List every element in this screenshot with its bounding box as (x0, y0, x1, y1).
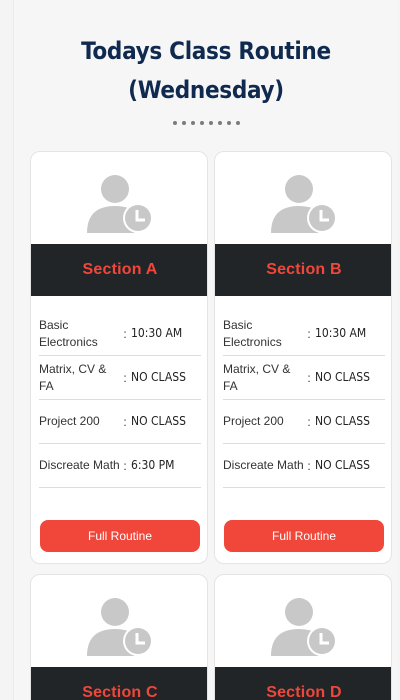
page-subtitle-day: (Wednesday) (128, 76, 284, 104)
section-card-c: Section C (30, 574, 208, 700)
routine-page: Todays Class Routine (Wednesday) Section… (13, 0, 397, 700)
avatar-area (215, 575, 391, 667)
user-clock-icon (271, 175, 337, 233)
user-clock-icon (87, 598, 153, 656)
title-divider-dots (14, 121, 398, 125)
user-clock-icon (87, 175, 153, 233)
class-time: 10:30 AM (315, 326, 367, 340)
section-card-a: Section A Basic Electronics : 10:30 AM M… (30, 151, 208, 564)
avatar-area (215, 152, 391, 244)
routine-row: Basic Electronics : 10:30 AM (39, 312, 201, 356)
section-label: Section A (82, 261, 158, 278)
class-time: NO CLASS (315, 458, 370, 472)
class-time: NO CLASS (315, 414, 370, 428)
class-time: 6:30 PM (131, 458, 175, 472)
section-header: Section C (31, 667, 207, 700)
subject-name: Discreate Math (223, 458, 304, 472)
routine-row: Matrix, CV & FA : NO CLASS (223, 356, 385, 400)
routine-list: Basic Electronics : 10:30 AM Matrix, CV … (39, 312, 201, 488)
routine-row: Project 200 : NO CLASS (39, 400, 201, 444)
routine-row: Discreate Math : 6:30 PM (39, 444, 201, 488)
page-title: Todays Class Routine (81, 37, 331, 65)
section-card-d: Section D (214, 574, 392, 700)
full-routine-button[interactable]: Full Routine (40, 520, 200, 552)
avatar-area (31, 152, 207, 244)
subject-name: Basic Electronics (223, 317, 282, 349)
routine-row: Project 200 : NO CLASS (223, 400, 385, 444)
subject-name: Matrix, CV & FA (223, 361, 291, 393)
routine-row: Discreate Math : NO CLASS (223, 444, 385, 488)
class-time: 10:30 AM (131, 326, 183, 340)
subject-name: Project 200 (223, 414, 284, 428)
routine-row: Matrix, CV & FA : NO CLASS (39, 356, 201, 400)
user-clock-icon (271, 598, 337, 656)
routine-row: Basic Electronics : 10:30 AM (223, 312, 385, 356)
section-label: Section B (266, 261, 342, 278)
avatar-area (31, 575, 207, 667)
full-routine-button[interactable]: Full Routine (224, 520, 384, 552)
subject-name: Matrix, CV & FA (39, 361, 107, 393)
subject-name: Basic Electronics (39, 317, 98, 349)
section-header: Section A (31, 244, 207, 296)
class-time: NO CLASS (315, 370, 370, 384)
class-time: NO CLASS (131, 370, 186, 384)
section-header: Section D (215, 667, 391, 700)
subject-name: Discreate Math (39, 458, 120, 472)
section-label: Section C (82, 684, 158, 700)
class-time: NO CLASS (131, 414, 186, 428)
section-label: Section D (266, 684, 342, 700)
subject-name: Project 200 (39, 414, 100, 428)
section-header: Section B (215, 244, 391, 296)
section-card-b: Section B Basic Electronics : 10:30 AM M… (214, 151, 392, 564)
routine-list: Basic Electronics : 10:30 AM Matrix, CV … (223, 312, 385, 488)
